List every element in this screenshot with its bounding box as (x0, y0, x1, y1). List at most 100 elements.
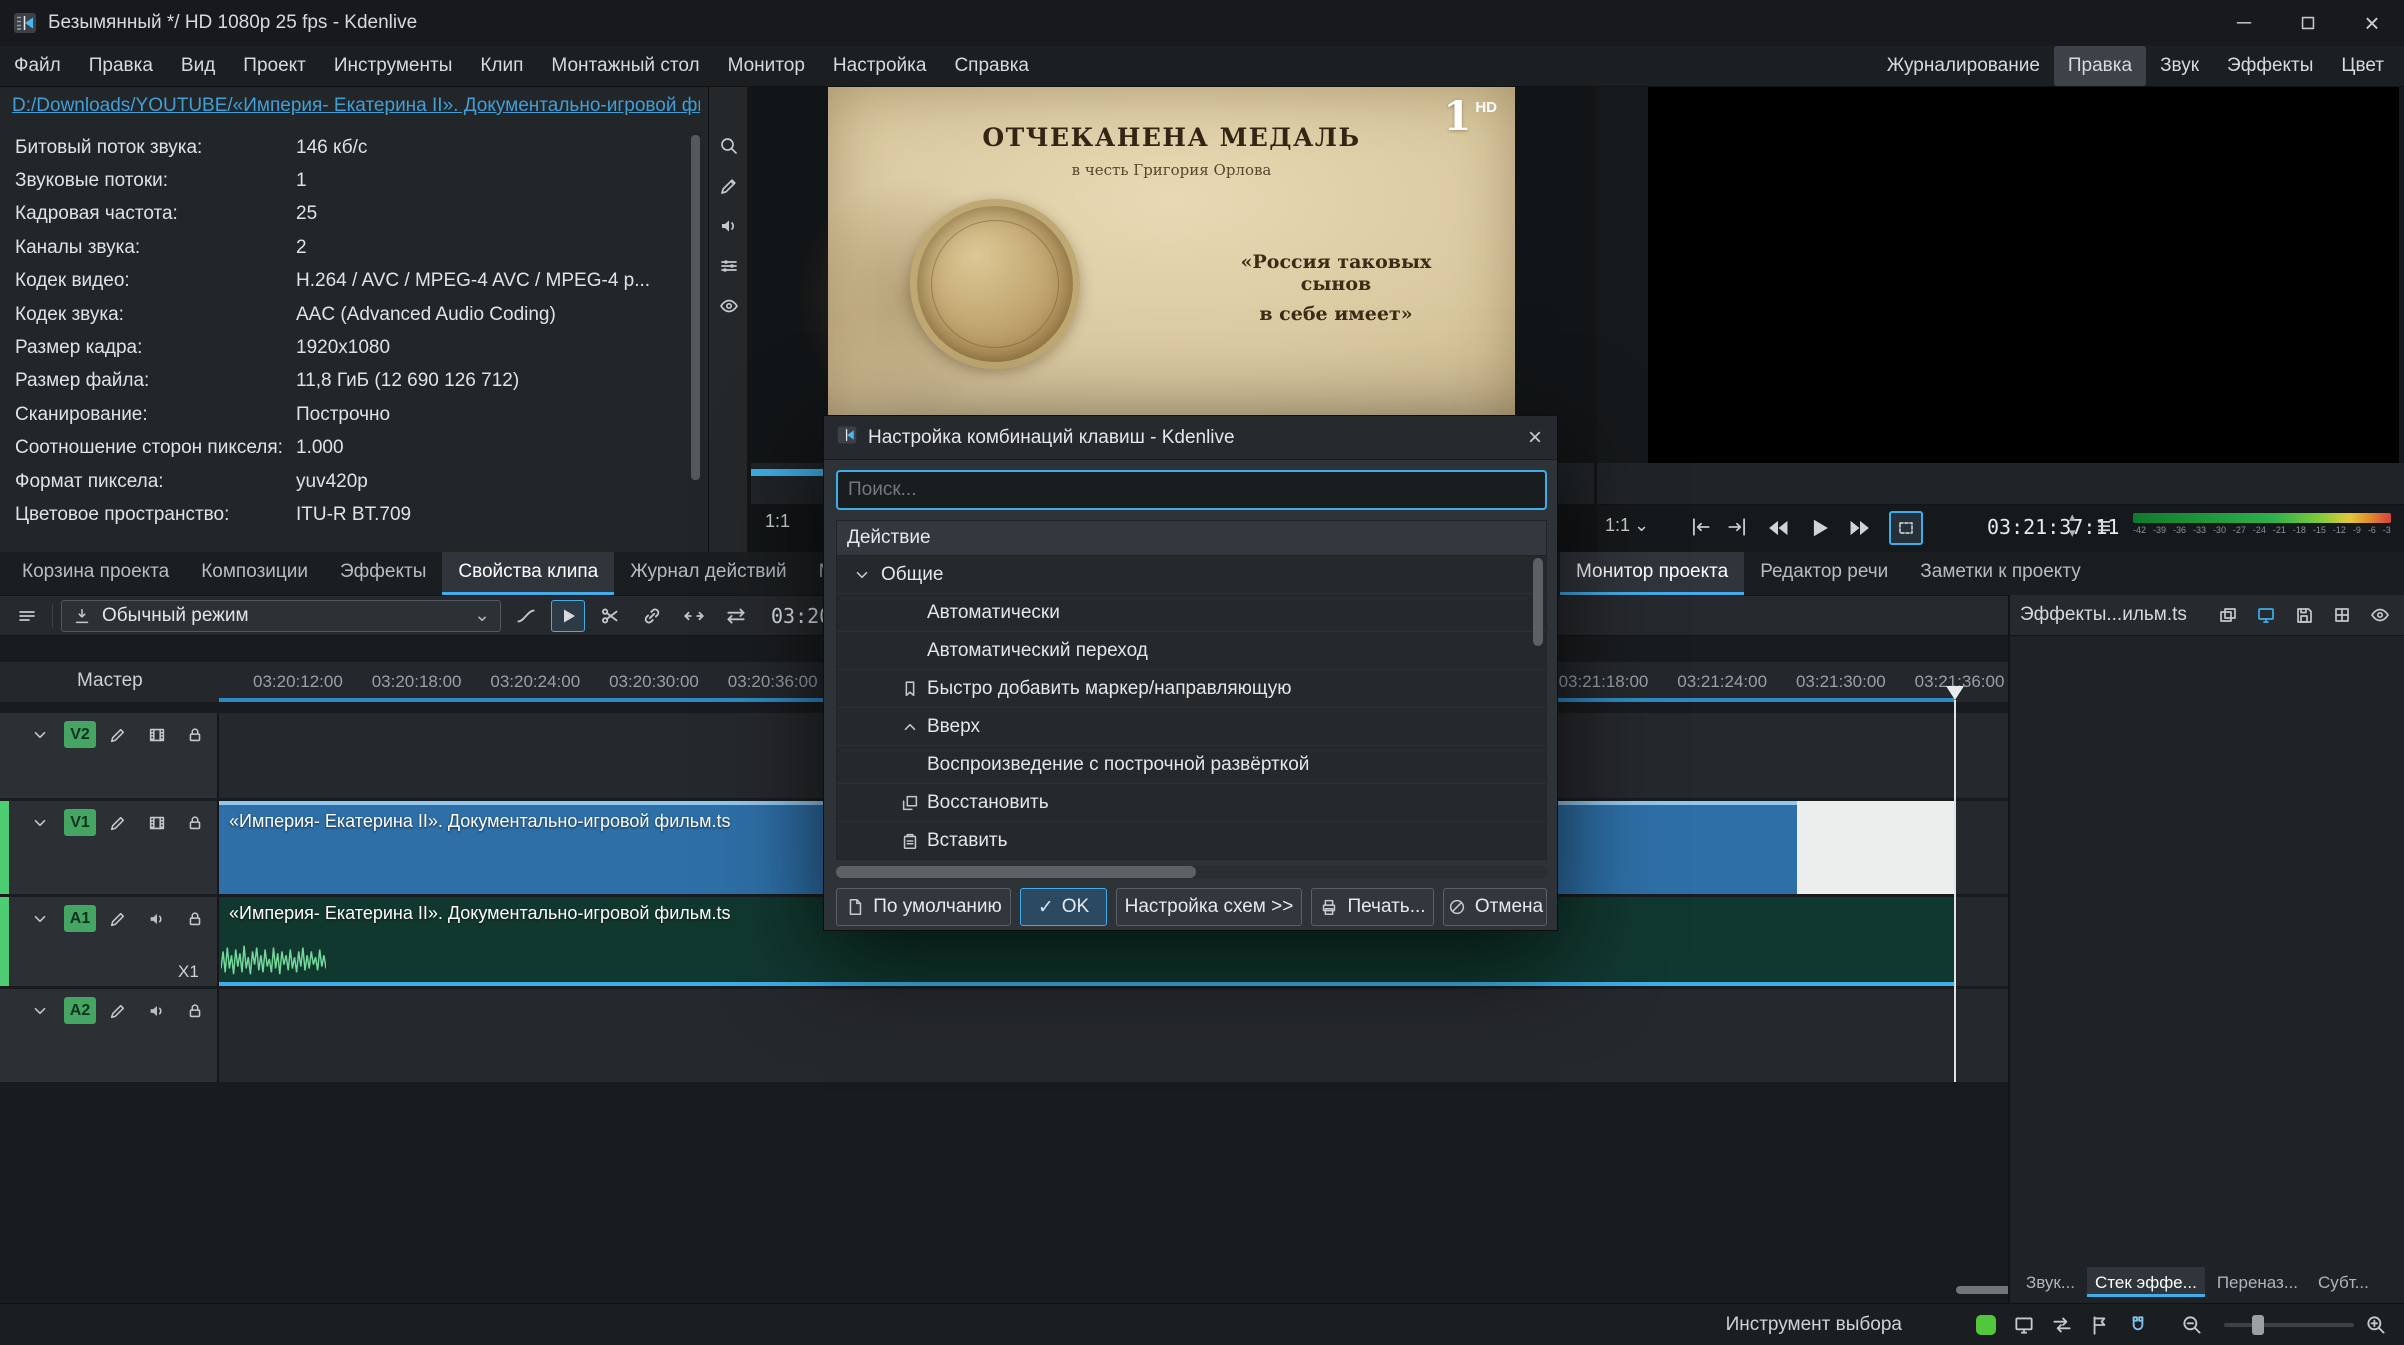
print-button[interactable]: Печать... (1311, 888, 1434, 926)
dialog-vscrollbar[interactable] (1533, 558, 1543, 858)
preview-button[interactable] (714, 291, 744, 321)
track-header-a2[interactable]: A2 (0, 989, 219, 1082)
timeline-zoom-slider[interactable] (2224, 1323, 2354, 1327)
markers-button[interactable] (2086, 1311, 2114, 1339)
layout-effects[interactable]: Эффекты (2213, 46, 2327, 86)
copy-effect-button[interactable] (2214, 601, 2242, 629)
track-lane-a2[interactable] (219, 989, 2008, 1082)
slip-tool-button[interactable] (719, 600, 753, 632)
effect-zone-button[interactable] (2328, 601, 2356, 629)
properties-scrollbar[interactable] (691, 135, 700, 525)
timeline-menu-button[interactable] (10, 600, 44, 632)
collapse-track-icon[interactable] (28, 999, 52, 1023)
master-track-label[interactable]: Мастер (77, 670, 143, 692)
close-button[interactable]: × (2340, 0, 2404, 46)
lock-track-icon[interactable] (183, 811, 207, 835)
razor-button[interactable] (593, 600, 627, 632)
tab-compositions[interactable]: Композиции (185, 552, 324, 595)
audio-properties-button[interactable] (714, 211, 744, 241)
play-button[interactable] (1805, 514, 1833, 548)
loop-zone-button[interactable] (1889, 511, 1923, 545)
layout-audio[interactable]: Звук (2146, 46, 2213, 86)
lock-track-icon[interactable] (183, 907, 207, 931)
preview-monitor-button[interactable] (2010, 1311, 2038, 1339)
collapse-track-icon[interactable] (28, 723, 52, 747)
tab-audio-mixer[interactable]: Звук... (2018, 1267, 2083, 1297)
maximize-button[interactable] (2276, 0, 2340, 46)
timecode-spinner[interactable]: ▴ ▾ (2069, 509, 2076, 541)
ok-button[interactable]: ✓ OK (1020, 888, 1107, 926)
project-monitor-ruler[interactable] (1597, 463, 2404, 505)
dialog-close-button[interactable]: × (1513, 416, 1557, 460)
project-monitor-zoom[interactable]: 1:1⌄ (1605, 515, 1649, 536)
shortcut-action-row[interactable]: Быстро добавить маркер/направляющую (837, 670, 1546, 708)
show-effects-button[interactable] (2366, 601, 2394, 629)
shortcut-action-row[interactable]: Вставить (837, 822, 1546, 860)
tab-speech-editor[interactable]: Редактор речи (1744, 552, 1904, 595)
zoom-search-button[interactable] (714, 131, 744, 161)
video-track-icon[interactable] (145, 723, 169, 747)
menu-view[interactable]: Вид (167, 46, 229, 86)
collapse-track-icon[interactable] (28, 811, 52, 835)
action-column-header[interactable]: Действие (836, 520, 1547, 556)
layout-editing[interactable]: Правка (2054, 46, 2146, 86)
shortcut-action-row[interactable]: Восстановить (837, 784, 1546, 822)
tab-remap[interactable]: Переназ... (2209, 1267, 2306, 1297)
zone-in-button[interactable] (1689, 515, 1713, 539)
tab-project-bin[interactable]: Корзина проекта (6, 552, 185, 595)
tab-undo-history[interactable]: Журнал действий (614, 552, 802, 595)
layout-color[interactable]: Цвет (2327, 46, 2398, 86)
cache-status-indicator[interactable] (1972, 1311, 2000, 1339)
monitor-menu-button[interactable]: ≡ (2097, 513, 2111, 541)
minimize-button[interactable]: ─ (2212, 0, 2276, 46)
zoom-out-button[interactable] (2178, 1311, 2206, 1339)
analysis-button[interactable] (714, 251, 744, 281)
defaults-button[interactable]: По умолчанию (836, 888, 1011, 926)
track-target-badge[interactable]: A1 (64, 905, 96, 932)
expander-icon[interactable] (851, 565, 873, 585)
cancel-button[interactable]: Отмена (1443, 888, 1547, 926)
menu-timeline[interactable]: Монтажный стол (537, 46, 713, 86)
track-header-v2[interactable]: V2 (0, 713, 219, 798)
collapse-track-icon[interactable] (28, 907, 52, 931)
project-video-frame[interactable] (1648, 87, 2399, 463)
skip-forward-button[interactable] (1847, 515, 1873, 547)
menu-help[interactable]: Справка (940, 46, 1043, 86)
zone-out-button[interactable] (1725, 515, 1749, 539)
mute-track-icon[interactable] (145, 999, 169, 1023)
edit-track-icon[interactable] (106, 811, 130, 835)
video-clip-selected-segment[interactable] (1797, 801, 1955, 894)
menu-settings[interactable]: Настройка (819, 46, 941, 86)
layout-logging[interactable]: Журналирование (1873, 46, 2054, 86)
edit-track-icon[interactable] (106, 999, 130, 1023)
zoom-slider-handle[interactable] (2252, 1315, 2264, 1335)
snap-button[interactable] (2124, 1311, 2152, 1339)
mix-clips-button[interactable] (509, 600, 543, 632)
menu-file[interactable]: Файл (0, 46, 75, 86)
clip-file-link[interactable]: D:/Downloads/YOUTUBE/«Империя- Екатерина… (12, 95, 700, 117)
edit-mode-dropdown[interactable]: Обычный режим ⌄ (61, 600, 501, 632)
edit-track-icon[interactable] (106, 723, 130, 747)
compare-effect-button[interactable] (2252, 601, 2280, 629)
playhead-line[interactable] (1954, 700, 1956, 1082)
save-effect-button[interactable] (2290, 601, 2318, 629)
tab-subtitles[interactable]: Субт... (2310, 1267, 2377, 1297)
playhead-marker[interactable] (1946, 686, 1964, 700)
dialog-hscrollbar[interactable] (836, 866, 1547, 878)
shortcut-action-row[interactable]: Вверх (837, 708, 1546, 746)
track-target-badge[interactable]: V2 (64, 721, 96, 748)
shortcut-action-row[interactable]: Воспроизведение с построчной развёрткой (837, 746, 1546, 784)
edit-clip-button[interactable] (714, 171, 744, 201)
manage-schemes-button[interactable]: Настройка схем >> (1116, 888, 1302, 926)
mute-track-icon[interactable] (145, 907, 169, 931)
menu-project[interactable]: Проект (229, 46, 320, 86)
lock-track-icon[interactable] (183, 723, 207, 747)
lock-track-icon[interactable] (183, 999, 207, 1023)
shortcut-search-input[interactable] (836, 470, 1547, 510)
menu-tools[interactable]: Инструменты (320, 46, 466, 86)
video-track-icon[interactable] (145, 811, 169, 835)
dialog-titlebar[interactable]: Настройка комбинаций клавиш - Kdenlive × (824, 416, 1557, 460)
shortcut-action-row[interactable]: Автоматический переход (837, 632, 1546, 670)
spacer-tool-button[interactable] (677, 600, 711, 632)
tab-clip-properties[interactable]: Свойства клипа (442, 552, 614, 595)
